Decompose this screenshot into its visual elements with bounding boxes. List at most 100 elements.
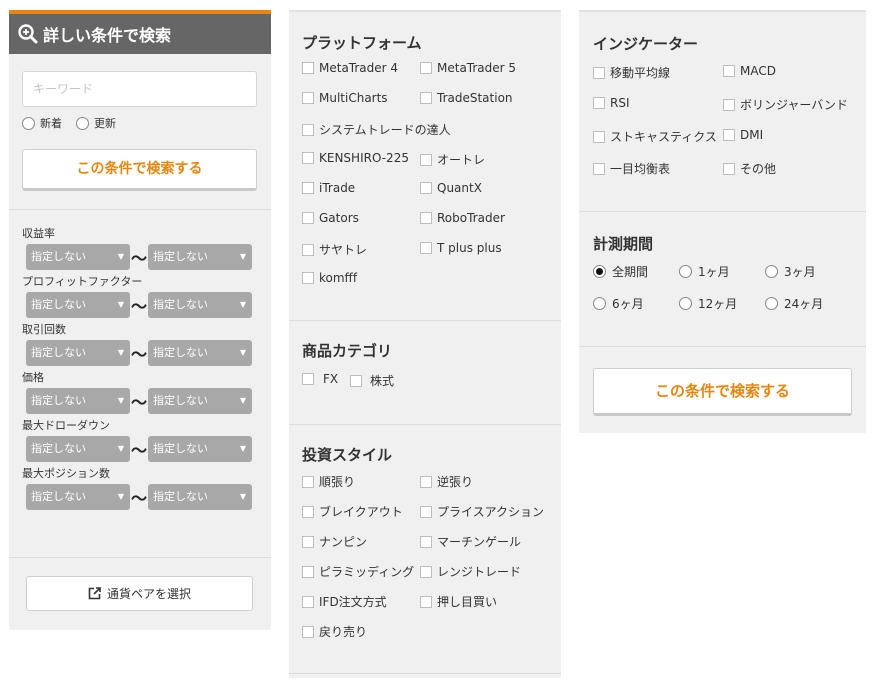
- platform-option[interactable]: KENSHIRO-225: [302, 151, 409, 165]
- indicator-option[interactable]: DMI: [723, 128, 763, 142]
- search-button[interactable]: この条件で検索する: [22, 149, 257, 191]
- platform-option[interactable]: komfff: [302, 271, 357, 285]
- category-option[interactable]: 株式: [350, 372, 394, 389]
- period-option[interactable]: 3ヶ月: [765, 263, 816, 280]
- platform-option[interactable]: MetaTrader 5: [420, 61, 516, 75]
- period-option[interactable]: 全期間: [593, 263, 648, 280]
- checkbox[interactable]: [593, 66, 605, 79]
- checkbox[interactable]: [350, 374, 362, 387]
- checkbox[interactable]: [302, 373, 314, 385]
- period-option[interactable]: 1ヶ月: [679, 263, 730, 280]
- checkbox[interactable]: [723, 65, 735, 77]
- checkbox[interactable]: [302, 505, 314, 518]
- search-button-secondary[interactable]: この条件で検索する: [593, 368, 852, 416]
- checkbox[interactable]: [420, 212, 432, 224]
- return-from-select[interactable]: 指定しない ▼: [26, 244, 130, 270]
- checkbox[interactable]: [420, 535, 432, 548]
- indicator-option[interactable]: 一目均衡表: [593, 160, 670, 177]
- drawdown-from-select[interactable]: 指定しない ▼: [26, 436, 130, 462]
- checkbox[interactable]: [302, 92, 314, 104]
- style-option[interactable]: マーチンゲール: [420, 533, 521, 550]
- checkbox[interactable]: [723, 98, 735, 111]
- period-radio-selected[interactable]: [593, 265, 606, 278]
- sort-new-radio[interactable]: [22, 116, 35, 130]
- platform-option[interactable]: T plus plus: [420, 241, 502, 255]
- indicator-option[interactable]: MACD: [723, 64, 776, 78]
- period-radio[interactable]: [765, 297, 778, 310]
- checkbox[interactable]: [302, 565, 314, 578]
- price-to-select[interactable]: 指定しない ▼: [148, 388, 252, 414]
- trades-from-select[interactable]: 指定しない ▼: [26, 340, 130, 366]
- checkbox[interactable]: [302, 123, 314, 136]
- checkbox[interactable]: [420, 565, 432, 578]
- price-from-select[interactable]: 指定しない ▼: [26, 388, 130, 414]
- platform-option[interactable]: Gators: [302, 211, 359, 225]
- pf-to-select[interactable]: 指定しない ▼: [148, 292, 252, 318]
- checkbox[interactable]: [593, 162, 605, 175]
- period-radio[interactable]: [679, 297, 692, 310]
- style-option[interactable]: 戻り売り: [302, 623, 367, 640]
- checkbox[interactable]: [420, 153, 432, 166]
- indicator-option[interactable]: ボリンジャーバンド: [723, 96, 848, 113]
- checkbox[interactable]: [302, 272, 314, 284]
- period-radio[interactable]: [593, 297, 606, 310]
- checkbox[interactable]: [420, 92, 432, 104]
- drawdown-to-select[interactable]: 指定しない ▼: [148, 436, 252, 462]
- platform-option[interactable]: QuantX: [420, 181, 482, 195]
- trades-to-select[interactable]: 指定しない ▼: [148, 340, 252, 366]
- indicator-option[interactable]: RSI: [593, 96, 630, 110]
- checkbox[interactable]: [302, 625, 314, 638]
- style-option[interactable]: ピラミッディング: [302, 563, 414, 580]
- period-option[interactable]: 24ヶ月: [765, 295, 823, 312]
- platform-option[interactable]: iTrade: [302, 181, 355, 195]
- checkbox[interactable]: [302, 595, 314, 608]
- indicator-option[interactable]: その他: [723, 160, 776, 177]
- sort-updated-radio[interactable]: [76, 116, 89, 130]
- style-option[interactable]: 逆張り: [420, 473, 473, 490]
- style-option[interactable]: ブレイクアウト: [302, 503, 403, 520]
- return-to-select[interactable]: 指定しない ▼: [148, 244, 252, 270]
- style-option[interactable]: プライスアクション: [420, 503, 544, 520]
- period-option[interactable]: 6ヶ月: [593, 295, 644, 312]
- checkbox[interactable]: [420, 595, 432, 608]
- platform-option[interactable]: TradeStation: [420, 91, 513, 105]
- style-option[interactable]: 順張り: [302, 473, 355, 490]
- positions-from-select[interactable]: 指定しない ▼: [26, 484, 130, 510]
- checkbox[interactable]: [420, 242, 432, 254]
- period-radio[interactable]: [679, 265, 692, 278]
- checkbox[interactable]: [723, 129, 735, 141]
- period-radio[interactable]: [765, 265, 778, 278]
- indicator-option[interactable]: 移動平均線: [593, 64, 670, 81]
- period-option[interactable]: 12ヶ月: [679, 295, 737, 312]
- indicator-option[interactable]: ストキャスティクス: [593, 128, 717, 145]
- style-option[interactable]: レンジトレード: [420, 563, 521, 580]
- checkbox[interactable]: [302, 62, 314, 74]
- platform-option[interactable]: MultiCharts: [302, 91, 388, 105]
- positions-to-select[interactable]: 指定しない ▼: [148, 484, 252, 510]
- style-option[interactable]: IFD注文方式: [302, 593, 387, 610]
- checkbox[interactable]: [420, 182, 432, 194]
- checkbox[interactable]: [420, 62, 432, 74]
- checkbox[interactable]: [302, 152, 314, 164]
- platform-option[interactable]: システムトレードの達人: [302, 121, 451, 138]
- category-option[interactable]: FX: [302, 372, 348, 386]
- platform-option[interactable]: MetaTrader 4: [302, 61, 398, 75]
- keyword-input[interactable]: [22, 71, 257, 107]
- checkbox[interactable]: [420, 475, 432, 488]
- checkbox[interactable]: [723, 162, 735, 175]
- checkbox[interactable]: [302, 212, 314, 224]
- checkbox[interactable]: [593, 97, 605, 109]
- checkbox[interactable]: [302, 475, 314, 488]
- checkbox[interactable]: [302, 535, 314, 548]
- pf-from-select[interactable]: 指定しない ▼: [26, 292, 130, 318]
- currency-pair-button[interactable]: 通貨ペアを選択: [26, 576, 253, 611]
- checkbox[interactable]: [593, 130, 605, 143]
- checkbox[interactable]: [420, 505, 432, 518]
- platform-option[interactable]: RoboTrader: [420, 211, 505, 225]
- style-option[interactable]: 押し目買い: [420, 593, 497, 610]
- checkbox[interactable]: [302, 182, 314, 194]
- style-option[interactable]: ナンピン: [302, 533, 367, 550]
- checkbox[interactable]: [302, 243, 314, 256]
- platform-option[interactable]: オートレ: [420, 151, 485, 168]
- platform-option[interactable]: サヤトレ: [302, 241, 367, 258]
